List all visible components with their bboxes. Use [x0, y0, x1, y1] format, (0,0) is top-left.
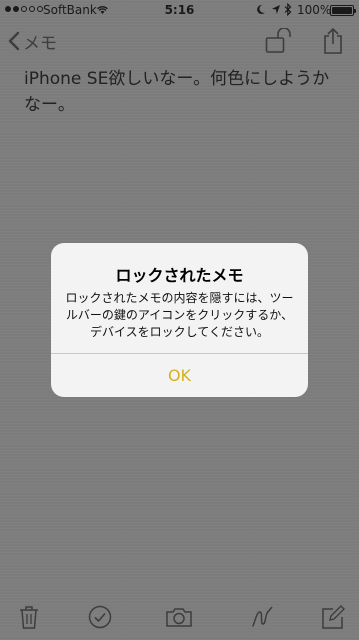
- locked-note-alert: ロックされたメモ ロックされたメモの内容を隠すには、ツールバーの鍵のアイコンをク…: [51, 243, 308, 397]
- sketch-icon[interactable]: [249, 604, 275, 630]
- bluetooth-icon: [284, 3, 292, 16]
- battery-icon: [330, 5, 356, 16]
- compose-icon[interactable]: [320, 604, 346, 630]
- battery-percent: 100%: [297, 3, 332, 17]
- back-button[interactable]: メモ: [8, 27, 57, 55]
- ok-button[interactable]: OK: [51, 354, 308, 397]
- note-text[interactable]: iPhone SE欲しいなー。何色にしようかなー。: [24, 66, 344, 118]
- trash-icon[interactable]: [16, 604, 42, 630]
- alert-message: ロックされたメモの内容を隠すには、ツールバーの鍵のアイコンをクリックするか、デバ…: [65, 291, 294, 339]
- location-arrow-icon: [272, 5, 280, 14]
- alert-title: ロックされたメモ: [115, 266, 244, 285]
- share-icon[interactable]: [322, 27, 344, 55]
- notes-screen: SoftBank 5:16 100% メモ iPhone SE欲しいなー。何色に…: [0, 0, 359, 640]
- camera-icon[interactable]: [165, 604, 193, 630]
- do-not-disturb-moon-icon: [257, 4, 265, 14]
- chevron-left-icon: [8, 31, 20, 51]
- unlocked-padlock-icon[interactable]: [265, 28, 293, 54]
- back-button-label: メモ: [23, 33, 57, 54]
- checklist-icon[interactable]: [87, 604, 113, 630]
- status-bar: SoftBank 5:16 100%: [0, 0, 359, 20]
